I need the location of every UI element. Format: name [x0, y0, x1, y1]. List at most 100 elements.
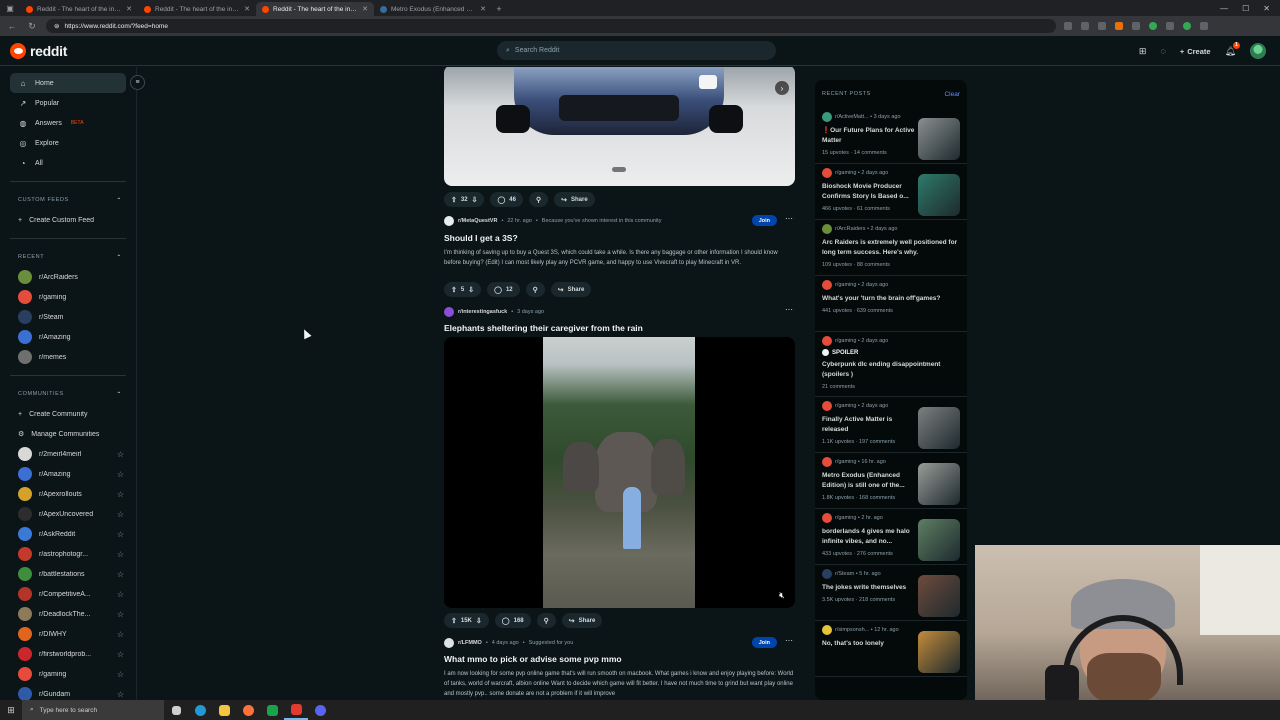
comments-button[interactable]: ◯ 46	[490, 192, 523, 207]
sidebar-community-item[interactable]: r/ApexUncovered ☆	[10, 504, 126, 524]
favorite-star-icon[interactable]: ☆	[117, 630, 124, 639]
favorite-star-icon[interactable]: ☆	[117, 670, 124, 679]
recent-post-thumbnail[interactable]	[918, 174, 960, 216]
browser-tab-4[interactable]: Metro Exodus (Enhanced Edition) ✕	[374, 2, 492, 16]
xbox-icon[interactable]	[260, 700, 284, 720]
sidebar-community-item[interactable]: r/DIWHY ☆	[10, 624, 126, 644]
post-title[interactable]: Should I get a 3S?	[444, 233, 795, 243]
recent-post-thumbnail[interactable]	[918, 407, 960, 449]
upvote-icon[interactable]: ⇧	[451, 286, 457, 294]
sidebar-community-item[interactable]: r/gaming	[10, 287, 126, 307]
sidebar-community-item[interactable]: r/firstworldprob... ☆	[10, 644, 126, 664]
favorite-star-icon[interactable]: ☆	[117, 650, 124, 659]
award-button[interactable]: ⚲	[528, 192, 549, 207]
recent-post-title[interactable]: Bioshock Movie Producer Confirms Story I…	[822, 182, 918, 202]
recent-post-item[interactable]: r/gaming • 16 hr. ago Metro Exodus (Enhan…	[815, 453, 967, 509]
sidebar-community-item[interactable]: r/Gundam ☆	[10, 684, 126, 700]
recent-post-title[interactable]: ❗Our Future Plans for Active Matter	[822, 126, 918, 146]
recent-post-thumbnail[interactable]	[918, 463, 960, 505]
minimize-icon[interactable]: —	[1220, 4, 1228, 13]
recent-post-thumbnail[interactable]	[918, 118, 960, 160]
recent-post-item[interactable]: r/ArcRaiders • 2 days ago Arc Raiders is …	[815, 220, 967, 276]
close-tab-icon[interactable]: ✕	[126, 5, 132, 13]
notifications-icon[interactable]: 🔔︎ 1	[1225, 41, 1240, 57]
share-button[interactable]: ↪ Share	[554, 192, 595, 207]
extension-icon[interactable]	[1064, 22, 1072, 30]
sidebar-community-item[interactable]: r/CompetitiveA... ☆	[10, 584, 126, 604]
browser-menu-icon[interactable]	[1200, 22, 1208, 30]
recent-header[interactable]: RECENT ⌃	[10, 247, 126, 267]
close-tab-icon[interactable]: ✕	[480, 5, 486, 13]
recent-post-item[interactable]: r/gaming • 2 days ago Finally Active Matt…	[815, 397, 967, 453]
comments-button[interactable]: ◯ 12	[487, 282, 520, 297]
recent-post-thumbnail[interactable]	[918, 575, 960, 617]
create-custom-feed-button[interactable]: + Create Custom Feed	[10, 210, 126, 230]
award-button[interactable]: ⚲	[536, 613, 556, 628]
recent-post-title[interactable]: Arc Raiders is extremely well positioned…	[822, 238, 960, 258]
firefox-icon[interactable]	[236, 700, 260, 720]
award-button[interactable]: ⚲	[525, 282, 545, 297]
favorite-star-icon[interactable]: ☆	[117, 610, 124, 619]
favorite-star-icon[interactable]: ☆	[117, 550, 124, 559]
discord-icon[interactable]	[308, 700, 332, 720]
task-view-icon[interactable]	[164, 700, 188, 720]
taskbar-search-input[interactable]: ⌕ Type here to search	[22, 700, 164, 720]
extension-icon[interactable]	[1115, 22, 1123, 30]
sidebar-community-item[interactable]: r/AskReddit ☆	[10, 524, 126, 544]
more-options-icon[interactable]: ⋯	[785, 214, 793, 223]
mute-icon[interactable]: 🔇︎	[775, 588, 789, 602]
recent-post-item[interactable]: r/gaming • 2 days ago What's your 'turn t…	[815, 276, 967, 332]
reddit-logo[interactable]: reddit	[10, 42, 67, 59]
share-button[interactable]: ↪ Share	[550, 282, 592, 297]
file-explorer-icon[interactable]	[212, 700, 236, 720]
sidebar-item-explore[interactable]: ◎ Explore	[10, 133, 126, 153]
recent-post-title[interactable]: Cyberpunk dlc ending disappointment (spo…	[822, 360, 960, 380]
favorite-star-icon[interactable]: ☆	[117, 690, 124, 699]
recent-post-thumbnail[interactable]	[918, 631, 960, 673]
vote-control[interactable]: ⇧ 32 ⇩	[444, 192, 485, 207]
post-title[interactable]: Elephants sheltering their caregiver fro…	[444, 323, 795, 333]
profile-icon[interactable]	[1183, 22, 1191, 30]
sidebar-item-popular[interactable]: ↗ Popular	[10, 93, 126, 113]
subreddit-name[interactable]: r/LFMMO	[458, 640, 482, 646]
subreddit-name[interactable]: r/interestingasfuck	[458, 309, 507, 315]
recent-post-title[interactable]: No, that's too lonely	[822, 639, 918, 649]
browser-tab-1[interactable]: Reddit - The heart of the internet ✕	[20, 2, 138, 16]
address-bar[interactable]: ⊜ https://www.reddit.com/?feed=home	[46, 19, 1056, 33]
close-window-icon[interactable]: ✕	[1263, 4, 1270, 13]
downvote-icon[interactable]: ⇩	[468, 286, 474, 294]
sidebar-community-item[interactable]: r/Apexrollouts ☆	[10, 484, 126, 504]
close-tab-icon[interactable]: ✕	[362, 5, 368, 13]
recent-post-title[interactable]: What's your 'turn the brain off'games?	[822, 294, 960, 304]
recent-post-item[interactable]: r/gaming • 2 days ago SPOILER Cyberpunk dl…	[815, 332, 967, 397]
recent-post-thumbnail[interactable]	[918, 519, 960, 561]
sidebar-community-item[interactable]: r/Amazing ☆	[10, 464, 126, 484]
subreddit-avatar[interactable]	[444, 307, 454, 317]
sidebar-community-item[interactable]: r/DeadlockThe... ☆	[10, 604, 126, 624]
favorite-star-icon[interactable]: ☆	[117, 490, 124, 499]
site-info-icon[interactable]: ⊜	[54, 22, 59, 30]
favorite-star-icon[interactable]: ☆	[117, 470, 124, 479]
search-input[interactable]: ⌕ Search Reddit	[497, 41, 776, 60]
create-community-button[interactable]: + Create Community	[10, 404, 126, 424]
post-title[interactable]: What mmo to pick or advise some pvp mmo	[444, 654, 795, 664]
recent-post-item[interactable]: r/gaming • 2 days ago Bioshock Movie Prod…	[815, 164, 967, 220]
sidebar-item-home[interactable]: ⌂ Home	[10, 73, 126, 93]
extension-icon[interactable]	[1149, 22, 1157, 30]
comments-button[interactable]: ◯ 168	[494, 613, 531, 628]
vote-control[interactable]: ⇧ 15K ⇩	[444, 613, 489, 628]
maximize-icon[interactable]: ☐	[1242, 4, 1249, 13]
share-button[interactable]: ↪ Share	[561, 613, 603, 628]
join-button[interactable]: Join	[751, 215, 777, 226]
favorite-star-icon[interactable]: ☆	[117, 590, 124, 599]
collapse-sidebar-button[interactable]: ≡	[130, 75, 145, 90]
browser-tab-3[interactable]: Reddit - The heart of the internet ✕	[256, 2, 374, 16]
user-avatar[interactable]	[1250, 43, 1266, 59]
recent-post-title[interactable]: The jokes write themselves	[822, 583, 918, 593]
join-button[interactable]: Join	[751, 637, 777, 648]
sidebar-community-item[interactable]: r/battlestations ☆	[10, 564, 126, 584]
advertise-icon[interactable]: ⊞	[1139, 46, 1147, 57]
edge-icon[interactable]	[188, 700, 212, 720]
recent-post-title[interactable]: Finally Active Matter is released	[822, 415, 918, 435]
favorite-star-icon[interactable]: ☆	[117, 570, 124, 579]
